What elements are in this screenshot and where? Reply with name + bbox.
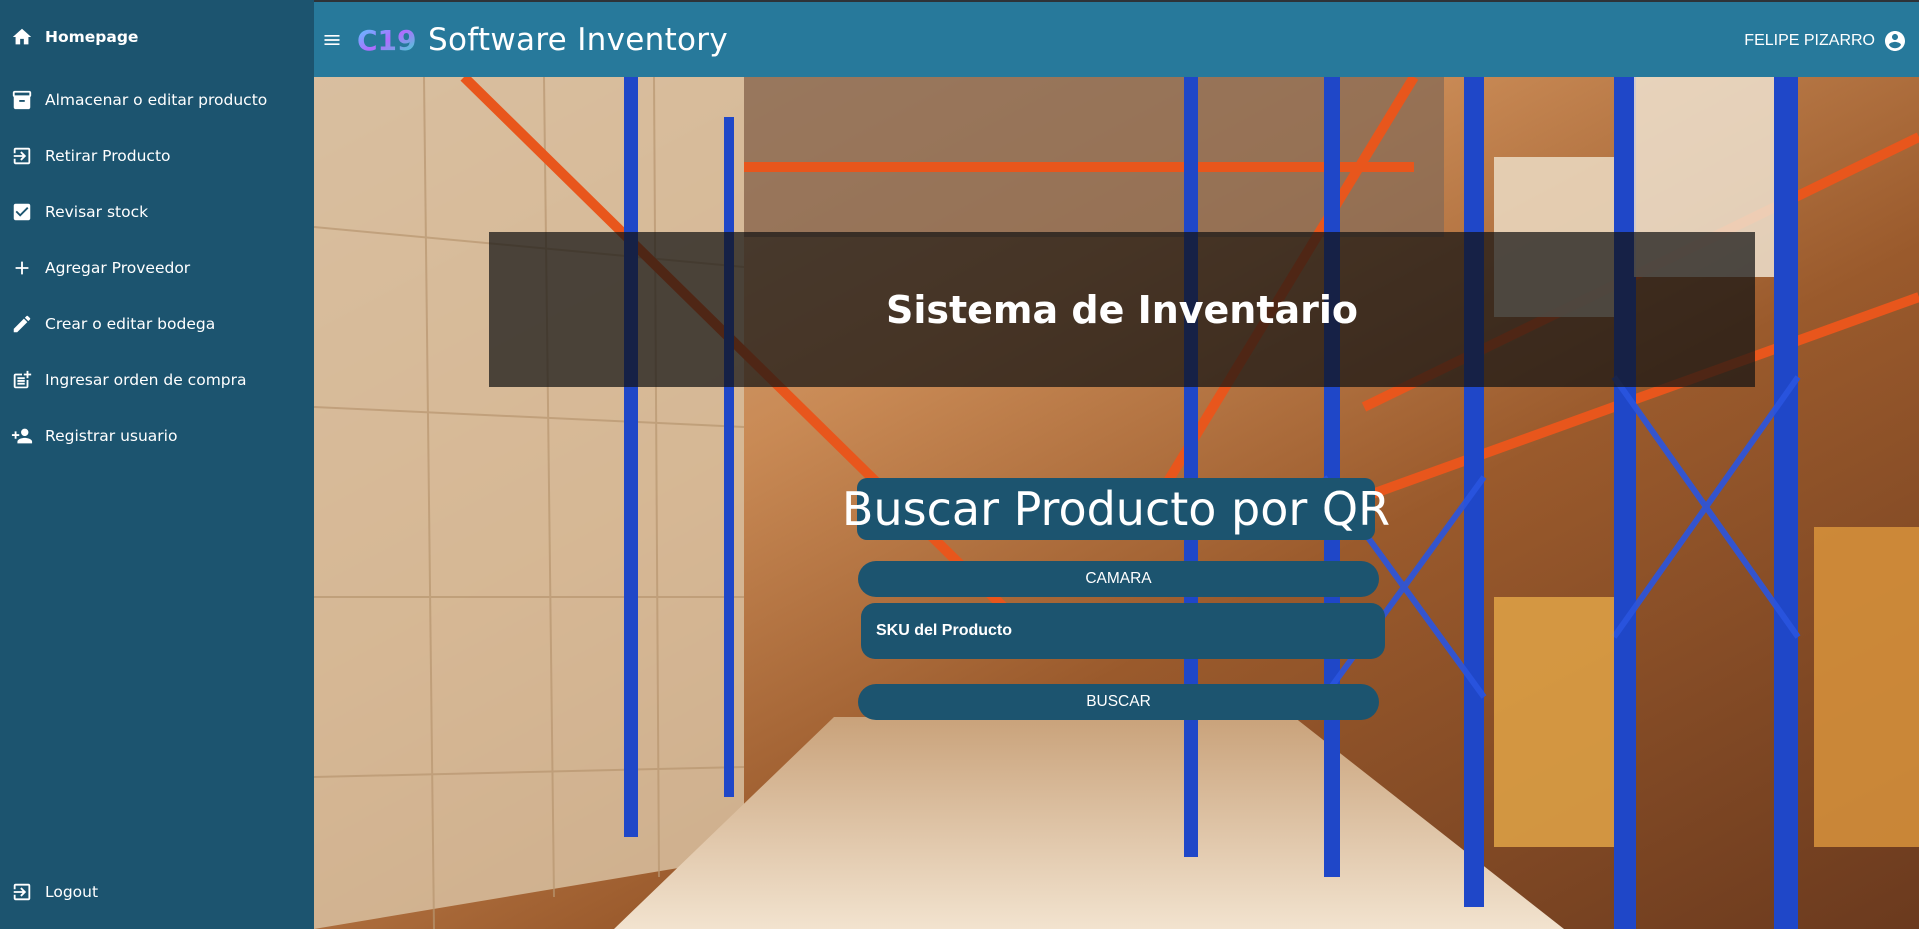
sku-input[interactable]	[861, 603, 1385, 659]
sidebar-item-label: Crear o editar bodega	[45, 315, 216, 333]
account-circle-icon	[1883, 29, 1907, 53]
sidebar-item-label: Homepage	[45, 28, 139, 46]
sidebar-item-label: Almacenar o editar producto	[45, 91, 268, 109]
banner-title: Sistema de Inventario	[885, 287, 1359, 332]
sidebar-item-revisar-stock[interactable]: Revisar stock	[0, 190, 314, 234]
home-icon	[10, 25, 34, 49]
camera-button[interactable]: CAMARA	[858, 561, 1379, 597]
sidebar-item-agregar-proveedor[interactable]: Agregar Proveedor	[0, 246, 314, 290]
sidebar-item-label: Agregar Proveedor	[45, 259, 191, 277]
sidebar-item-crear-bodega[interactable]: Crear o editar bodega	[0, 302, 314, 346]
logout-icon	[10, 880, 34, 904]
sidebar-item-label: Revisar stock	[45, 203, 149, 221]
post-add-icon	[10, 368, 34, 392]
svg-text:C19: C19	[357, 24, 417, 56]
checkbox-icon	[10, 200, 34, 224]
user-menu[interactable]: FELIPE PIZARRO	[1744, 2, 1907, 79]
sidebar-item-almacenar[interactable]: Almacenar o editar producto	[0, 78, 314, 122]
search-button[interactable]: BUSCAR	[858, 684, 1379, 720]
sidebar-item-logout[interactable]: Logout	[0, 870, 314, 914]
sidebar: Homepage Almacenar o editar producto Ret…	[0, 0, 314, 929]
sidebar-item-label: Retirar Producto	[45, 147, 171, 165]
sidebar-item-registrar-usuario[interactable]: Registrar usuario	[0, 414, 314, 458]
pencil-icon	[10, 312, 34, 336]
person-add-icon	[10, 424, 34, 448]
main-content: Sistema de Inventario Buscar Producto po…	[314, 77, 1919, 929]
search-title: Buscar Producto por QR	[841, 482, 1391, 536]
app-title: Software Inventory	[428, 21, 728, 58]
sidebar-item-homepage[interactable]: Homepage	[0, 15, 314, 59]
logo: C19	[357, 24, 417, 56]
sidebar-item-orden-compra[interactable]: Ingresar orden de compra	[0, 358, 314, 402]
archive-icon	[10, 88, 34, 112]
sidebar-item-retirar[interactable]: Retirar Producto	[0, 134, 314, 178]
sidebar-item-label: Logout	[45, 883, 99, 901]
sidebar-item-label: Registrar usuario	[45, 427, 178, 445]
app-header: C19 Software Inventory FELIPE PIZARRO	[314, 0, 1919, 77]
sku-field-container	[861, 603, 1385, 659]
exit-to-app-icon	[10, 144, 34, 168]
hero-banner: Sistema de Inventario	[489, 232, 1755, 387]
sidebar-item-label: Ingresar orden de compra	[45, 371, 247, 389]
search-title-panel: Buscar Producto por QR	[842, 478, 1390, 540]
plus-icon	[10, 256, 34, 280]
user-name: FELIPE PIZARRO	[1744, 31, 1875, 49]
menu-icon[interactable]	[320, 28, 344, 52]
